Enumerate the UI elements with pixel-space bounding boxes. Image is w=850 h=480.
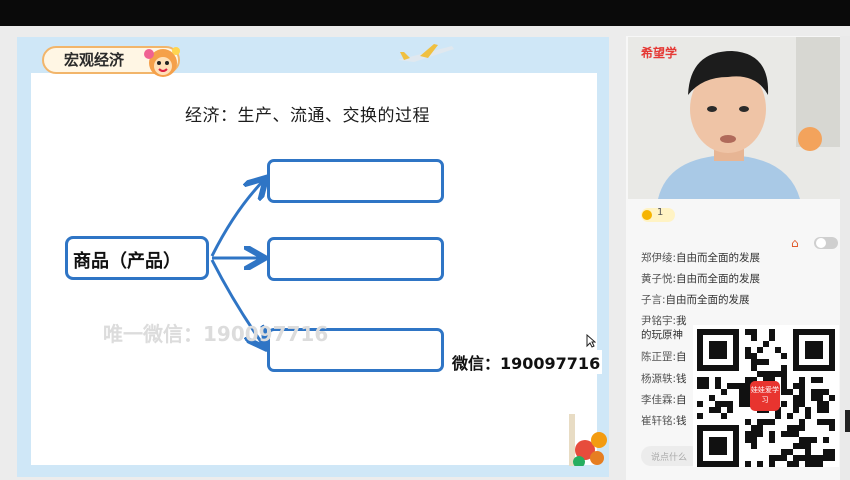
chat-text: 自由而全面的发展 bbox=[665, 294, 750, 306]
airplane-decoration-icon bbox=[398, 44, 454, 62]
chat-user: 黄子悦: bbox=[641, 273, 677, 285]
chat-input-placeholder: 说点什么 bbox=[651, 453, 688, 463]
top-bar bbox=[0, 0, 850, 26]
chat-message: 杨源轶:钱 bbox=[641, 371, 687, 386]
likes-count: 1 bbox=[657, 207, 664, 218]
chat-text: 自 bbox=[676, 394, 687, 406]
like-icon[interactable] bbox=[642, 210, 652, 220]
chat-text: 钱 bbox=[676, 415, 687, 427]
chat-user: 李佳霖: bbox=[641, 394, 677, 406]
mascot-icon bbox=[144, 47, 180, 77]
brand-logo: 希望学 bbox=[641, 46, 678, 60]
toggle-knob bbox=[816, 238, 826, 248]
chat-user: 郑伊绫: bbox=[641, 252, 677, 264]
chat-message: 郑伊绫:自由而全面的发展 bbox=[641, 250, 760, 265]
chat-text: 我 bbox=[676, 315, 687, 327]
chat-message: 陈正罡:自 bbox=[641, 349, 687, 364]
chat-message: 尹铭宇:我 bbox=[641, 313, 687, 328]
chat-user: 杨源轶: bbox=[641, 373, 677, 385]
mouse-cursor-icon bbox=[586, 334, 596, 348]
chat-message: 李佳霖:自 bbox=[641, 392, 687, 407]
chat-user: 陈正罡: bbox=[641, 351, 677, 363]
target-node-1 bbox=[267, 159, 444, 203]
scroll-handle[interactable] bbox=[845, 410, 850, 432]
chat-text: 的玩原神 bbox=[641, 329, 683, 341]
teacher-video bbox=[628, 37, 848, 199]
watermark-text: 唯一微信：190097716 bbox=[103, 322, 329, 346]
chat-text: 钱 bbox=[676, 373, 687, 385]
slide-heading: 经济：生产、流通、交换的过程 bbox=[185, 106, 430, 126]
source-node-label: 商品（产品） bbox=[73, 251, 181, 272]
home-icon[interactable]: ⌂ bbox=[791, 236, 799, 250]
target-node-2 bbox=[267, 237, 444, 281]
section-tag-title: 宏观经济 bbox=[64, 51, 125, 69]
contact-text: 微信：190097716 bbox=[450, 350, 603, 374]
qr-badge: 娃娃爱学习 bbox=[750, 381, 780, 411]
chat-text: 自由而全面的发展 bbox=[676, 273, 761, 285]
chat-message: 黄子悦:自由而全面的发展 bbox=[641, 271, 760, 286]
chat-message: 子言:自由而全面的发展 bbox=[641, 292, 750, 307]
chat-user: 崔轩铭: bbox=[641, 415, 677, 427]
chat-user: 子言: bbox=[641, 294, 666, 306]
chat-message: 的玩原神 bbox=[641, 327, 683, 342]
chat-user: 尹铭宇: bbox=[641, 315, 677, 327]
chat-text: 自 bbox=[676, 351, 687, 363]
chat-text: 自由而全面的发展 bbox=[676, 252, 761, 264]
teacher-avatar bbox=[628, 37, 848, 199]
chat-message: 崔轩铭:钱 bbox=[641, 413, 687, 428]
flower-decoration-icon bbox=[569, 414, 607, 466]
